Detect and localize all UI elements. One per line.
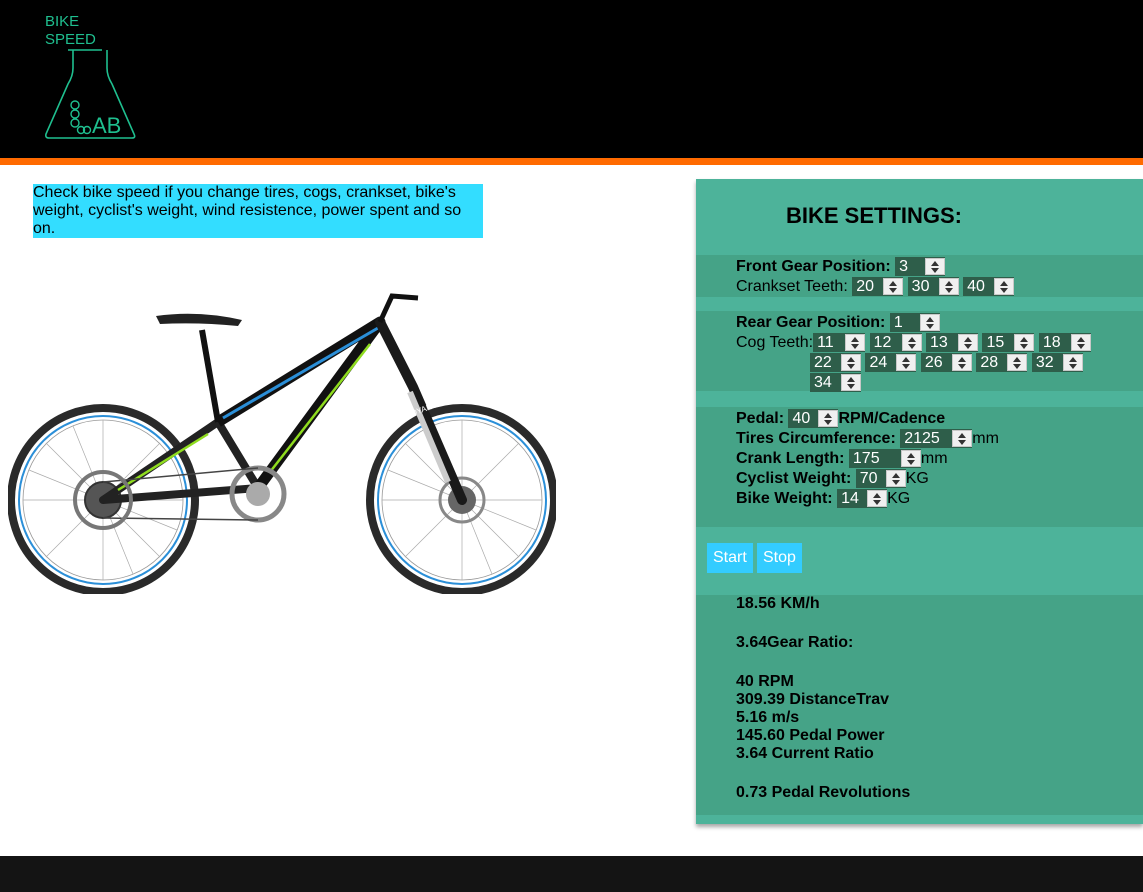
front-gear-input[interactable]: 3 <box>895 257 946 276</box>
logo-text: BIKE SPEED <box>45 13 96 49</box>
cog-input[interactable]: 18 <box>1038 333 1091 352</box>
tires-row: Tires Circumference: 2125 mm <box>736 429 999 449</box>
spinner-arrows-icon[interactable] <box>901 334 922 351</box>
spinner-arrows-icon[interactable] <box>896 354 917 371</box>
cog-input[interactable]: 13 <box>926 333 978 352</box>
cog-label: Cog Teeth: <box>736 334 814 351</box>
spinner-arrows-icon[interactable] <box>1062 354 1083 371</box>
result-ms: 5.16 m/s <box>736 709 800 726</box>
settings-title: BIKE SETTINGS: <box>786 203 963 228</box>
result-gear-ratio: 3.64Gear Ratio: <box>736 634 854 651</box>
bike-weight-label: Bike Weight: <box>736 490 833 507</box>
spinner-arrows-icon[interactable] <box>952 430 973 447</box>
cog-input[interactable]: 34 <box>810 373 861 392</box>
crank-input[interactable]: 175 <box>848 449 921 468</box>
crankset-input[interactable]: 30 <box>907 277 959 296</box>
front-gear-label: Front Gear Position: <box>736 258 891 275</box>
spinner-arrows-icon[interactable] <box>1007 354 1028 371</box>
tires-unit: mm <box>972 430 999 447</box>
pedal-label: Pedal: <box>736 410 785 427</box>
crank-label: Crank Length: <box>736 450 845 467</box>
spinner-arrows-icon[interactable] <box>845 334 866 351</box>
tires-label: Tires Circumference: <box>736 430 896 447</box>
spinner-arrows-icon[interactable] <box>958 334 978 351</box>
cyclist-row: Cyclist Weight: 70 KG <box>736 469 929 489</box>
result-revolutions: 0.73 Pedal Revolutions <box>736 784 911 801</box>
bike-settings-panel: BIKE SETTINGS: Front Gear Position: 3 Cr… <box>696 179 1143 824</box>
result-distance: 309.39 DistanceTrav <box>736 691 889 708</box>
cog-row: 34 <box>810 373 861 393</box>
cog-input[interactable]: 15 <box>982 333 1035 352</box>
cog-row: 22 24 26 28 32 <box>810 353 1083 373</box>
rear-gear-label: Rear Gear Position: <box>736 314 886 331</box>
spinner-arrows-icon[interactable] <box>841 354 861 371</box>
spinner-arrows-icon[interactable] <box>919 314 940 331</box>
cyclist-input[interactable]: 70 <box>855 469 906 488</box>
stop-button[interactable]: Stop <box>757 543 802 573</box>
pedal-row: Pedal: 40 RPM/Cadence <box>736 409 945 429</box>
spinner-arrows-icon[interactable] <box>925 258 946 275</box>
intro-text: Check bike speed if you change tires, co… <box>33 184 483 238</box>
logo-lab-text: AB <box>92 113 121 138</box>
rear-gear-row: Rear Gear Position: 1 <box>736 313 940 333</box>
header-accent-bar <box>0 158 1143 165</box>
cog-input[interactable]: 22 <box>810 353 861 372</box>
rear-gear-input[interactable]: 1 <box>889 313 940 332</box>
cog-input[interactable]: 28 <box>976 353 1028 372</box>
front-gear-row: Front Gear Position: 3 <box>736 257 946 277</box>
flask-logo-icon: AB <box>45 49 136 139</box>
spinner-arrows-icon[interactable] <box>1014 334 1035 351</box>
result-rpm: 40 RPM <box>736 673 794 690</box>
spinner-arrows-icon[interactable] <box>867 490 888 507</box>
spinner-arrows-icon[interactable] <box>900 450 921 467</box>
pedal-input[interactable]: 40 <box>788 409 839 428</box>
spinner-arrows-icon[interactable] <box>951 354 972 371</box>
cyclist-label: Cyclist Weight: <box>736 470 852 487</box>
cyclist-unit: KG <box>905 470 929 487</box>
bike-weight-input[interactable]: 14 <box>837 489 888 508</box>
result-current-ratio: 3.64 Current Ratio <box>736 745 874 762</box>
spinner-arrows-icon[interactable] <box>885 470 906 487</box>
start-button[interactable]: Start <box>707 543 753 573</box>
crankset-input[interactable]: 40 <box>963 277 1015 296</box>
cog-row: Cog Teeth: 11 12 13 15 18 <box>736 333 1091 353</box>
cog-input[interactable]: 11 <box>813 333 866 352</box>
site-header <box>0 0 1143 158</box>
result-speed: 18.56 KM/h <box>736 595 820 612</box>
cog-input[interactable]: 26 <box>920 353 972 372</box>
pedal-unit: RPM/Cadence <box>838 410 946 427</box>
bike-weight-row: Bike Weight: 14 KG <box>736 489 910 509</box>
spinner-arrows-icon[interactable] <box>883 278 904 295</box>
crankset-input[interactable]: 20 <box>852 277 904 296</box>
crankset-label: Crankset Teeth: <box>736 278 848 295</box>
tires-input[interactable]: 2125 <box>900 429 973 448</box>
logo-line-1: BIKE <box>45 13 80 30</box>
spinner-arrows-icon[interactable] <box>818 410 839 427</box>
crankset-row: Crankset Teeth: 20 30 40 <box>736 277 1015 297</box>
spinner-arrows-icon[interactable] <box>994 278 1015 295</box>
cog-input[interactable]: 32 <box>1031 353 1083 372</box>
spinner-arrows-icon[interactable] <box>938 278 959 295</box>
crank-row: Crank Length: 175 mm <box>736 449 948 469</box>
spinner-arrows-icon[interactable] <box>841 374 861 391</box>
bike-image: CHAOYANG <box>8 293 556 594</box>
spinner-arrows-icon[interactable] <box>1070 334 1091 351</box>
result-power: 145.60 Pedal Power <box>736 727 885 744</box>
site-footer <box>0 856 1143 892</box>
cog-input[interactable]: 24 <box>865 353 917 372</box>
bike-weight-unit: KG <box>887 490 911 507</box>
crank-unit: mm <box>920 450 948 467</box>
cog-input[interactable]: 12 <box>869 333 922 352</box>
